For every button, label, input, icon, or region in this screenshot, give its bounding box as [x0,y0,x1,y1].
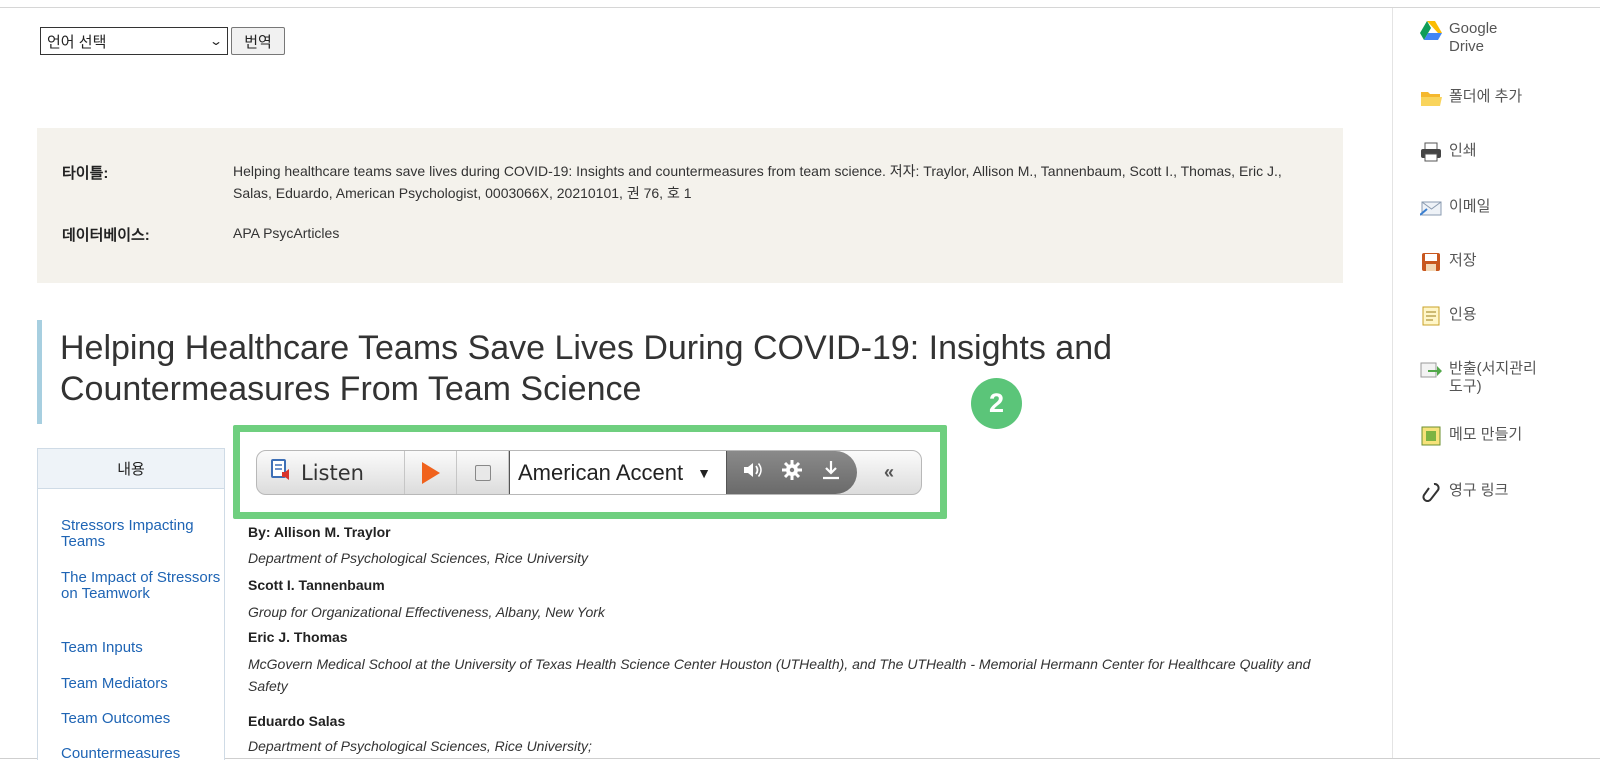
tools-divider [1392,8,1393,758]
download-icon[interactable] [820,459,842,486]
bottom-frame-border [0,758,1600,759]
stop-button[interactable] [457,451,509,494]
author-name: Eduardo Salas [248,713,346,729]
translate-button[interactable]: 번역 [231,27,285,55]
email-icon [1420,198,1442,218]
author-affiliation: McGovern Medical School at the Universit… [248,656,1311,694]
author-affiliation: Department of Psychological Sciences, Ri… [248,550,589,566]
listen-toolbar: Listen American Accent ▼ « [256,450,922,495]
toc-link[interactable]: The Impact of Stressors on Teamwork [61,570,221,602]
tool-cite[interactable]: 인용 [1420,306,1477,326]
listen-label: Listen [301,460,364,485]
tool-google-drive[interactable]: Google Drive [1420,20,1525,56]
title-label: 타이틀: [62,165,109,182]
contents-panel: 내용 Stressors Impacting Teams The Impact … [37,448,225,762]
dropdown-arrow-icon: ▼ [697,464,711,481]
toc-link[interactable]: Countermeasures [61,746,221,762]
tool-permalink[interactable]: 영구 링크 [1420,482,1508,502]
tool-label: 이메일 [1449,198,1491,215]
author-name: Eric J. Thomas [248,629,348,645]
top-frame-border [0,0,1600,8]
tool-export[interactable]: 반출(서지관리도구) [1420,360,1543,396]
settings-gear-icon[interactable] [781,459,803,486]
title-accent-bar [37,320,42,424]
listen-button[interactable]: Listen [257,451,405,494]
tool-label: 메모 만들기 [1449,426,1523,443]
tool-print[interactable]: 인쇄 [1420,142,1477,162]
author-name: Scott I. Tannenbaum [248,577,385,593]
tool-add-folder[interactable]: 폴더에 추가 [1420,88,1522,108]
tool-label: Google Drive [1449,20,1498,55]
toc-link[interactable]: Team Inputs [61,640,221,656]
tool-label: 반출(서지관리도구) [1449,360,1537,395]
toc-link[interactable]: Team Outcomes [61,711,221,727]
toc-link[interactable]: Stressors Impacting Teams [61,518,221,550]
author-name: By: Allison M. Traylor [248,524,391,540]
play-button[interactable] [405,451,457,494]
note-icon [1420,426,1442,446]
voice-select-value: American Accent [518,459,684,485]
title-value: Helping healthcare teams save lives duri… [233,163,1282,201]
permalink-icon [1420,482,1442,502]
collapse-toolbar-button[interactable]: « [857,451,921,494]
step-badge: 2 [971,378,1022,429]
folder-icon [1420,88,1442,108]
print-icon [1420,142,1442,162]
tool-label: 인쇄 [1449,142,1477,159]
play-icon [421,461,440,484]
citation-box: 타이틀: Helping healthcare teams save lives… [37,128,1343,283]
tool-email[interactable]: 이메일 [1420,198,1490,218]
cite-icon [1420,306,1442,326]
author-affiliation: Group for Organizational Effectiveness, … [248,604,605,620]
tool-label: 인용 [1449,306,1477,323]
speaker-doc-icon [269,458,293,487]
language-select-value: 언어 선택 [47,33,107,51]
voice-select[interactable]: American Accent ▼ [509,451,727,494]
contents-heading: 내용 [38,449,224,489]
tool-label: 영구 링크 [1449,482,1509,499]
tool-save[interactable]: 저장 [1420,252,1477,272]
toc-link[interactable]: Team Mediators [61,676,221,692]
stop-icon [474,464,491,481]
chevron-down-icon: ⌄ [208,34,224,48]
article-title: Helping Healthcare Teams Save Lives Duri… [60,329,1113,408]
volume-icon[interactable] [742,460,764,485]
save-icon [1420,252,1442,272]
tool-label: 폴더에 추가 [1449,88,1523,105]
export-icon [1420,360,1442,380]
database-value: APA PsycArticles [233,225,340,241]
google-drive-icon [1420,20,1442,40]
author-affiliation: Department of Psychological Sciences, Ri… [248,738,592,754]
audio-tools [727,451,857,494]
database-label: 데이터베이스: [62,227,150,244]
tool-label: 저장 [1449,252,1477,269]
tool-create-note[interactable]: 메모 만들기 [1420,426,1522,446]
language-select[interactable]: 언어 선택 ⌄ [40,27,228,55]
